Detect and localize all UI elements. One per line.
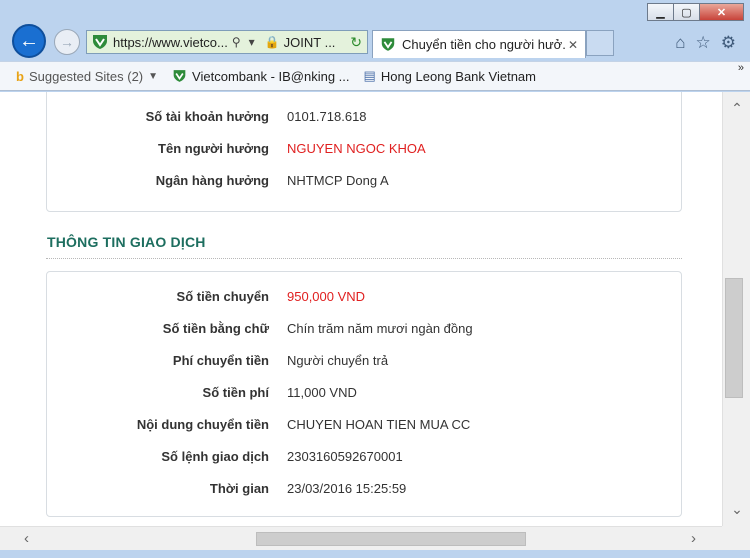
favorite-label: Suggested Sites (2)	[28, 68, 144, 84]
field-value: Người chuyển trả	[287, 353, 389, 368]
field-value: Chín trăm năm mươi ngàn đồng	[287, 321, 473, 336]
favorite-label: Hong Leong Bank Vietnam	[380, 68, 536, 84]
favorite-hong-leong[interactable]: ▤ Hong Leong Bank Vietnam	[364, 68, 536, 84]
field-label: Số tiền bằng chữ	[162, 321, 269, 336]
bing-icon: b	[16, 68, 24, 84]
maximize-button[interactable]: ▢	[673, 3, 700, 21]
scroll-up-icon[interactable]: ⌃	[723, 100, 750, 117]
favorites-star-icon[interactable]: ☆	[696, 33, 711, 53]
scroll-down-icon[interactable]: ⌄	[723, 501, 750, 518]
horizontal-scroll-thumb[interactable]	[256, 532, 526, 546]
forward-button[interactable]: →	[54, 29, 80, 55]
field-value: 2303160592670001	[287, 449, 403, 464]
favorites-bar: b Suggested Sites (2) ▼ Vietcombank - IB…	[0, 61, 750, 91]
back-button[interactable]: ←	[12, 24, 46, 58]
lock-icon[interactable]: 🔒	[265, 35, 280, 49]
info-row: Thời gian 23/03/2016 15:25:59	[47, 481, 681, 501]
window-bottom-edge	[0, 550, 750, 558]
info-row: Tên người hưởng NGUYEN NGOC KHOA	[47, 141, 681, 161]
scrollbar-corner	[722, 526, 750, 550]
transaction-card: Số tiền chuyển 950,000 VND Số tiền bằng …	[46, 271, 682, 517]
info-row: Số tài khoản hưởng 0101.718.618	[47, 109, 681, 129]
vertical-scroll-thumb[interactable]	[725, 278, 743, 398]
field-label: Ngân hàng hưởng	[155, 173, 269, 188]
favorite-vietcombank[interactable]: Vietcombank - IB@nking ...	[172, 68, 350, 84]
beneficiary-card: Số tài khoản hưởng 0101.718.618 Tên ngườ…	[46, 92, 682, 212]
tab-active[interactable]: Chuyển tiền cho người hưở... ✕	[372, 30, 586, 58]
field-value: 0101.718.618	[287, 109, 367, 124]
vietcombank-shield-icon	[93, 35, 107, 49]
info-row: Ngân hàng hưởng NHTMCP Dong A	[47, 173, 681, 193]
field-value: CHUYEN HOAN TIEN MUA CC	[287, 417, 471, 432]
home-icon[interactable]: ⌂	[675, 33, 685, 53]
horizontal-scrollbar[interactable]: ‹ ›	[0, 526, 722, 550]
page-viewport: Số tài khoản hưởng 0101.718.618 Tên ngườ…	[0, 92, 722, 526]
address-url: https://www.vietco...	[113, 34, 228, 50]
back-arrow-icon: ←	[19, 29, 39, 52]
minimize-button[interactable]: ▁	[647, 3, 674, 21]
address-bar[interactable]: https://www.vietco... ⚲ ▾ 🔒 JOINT ... ↻	[86, 30, 368, 54]
field-label: Số tiền phí	[202, 385, 269, 400]
info-row: Số tiền phí 11,000 VND	[47, 385, 681, 405]
vertical-scrollbar[interactable]: ⌃ ⌄	[722, 92, 750, 526]
field-value: 11,000 VND	[287, 385, 357, 400]
more-favorites-icon[interactable]: »	[738, 62, 744, 74]
info-row: Số tiền chuyển 950,000 VND	[47, 289, 681, 309]
toolbar-icons: ⌂ ☆ ⚙	[675, 33, 736, 53]
window-controls: ▁ ▢ ✕	[647, 3, 744, 21]
page-icon: ▤	[363, 68, 376, 83]
site-identity[interactable]: JOINT ...	[284, 35, 336, 50]
info-row: Nội dung chuyển tiền CHUYEN HOAN TIEN MU…	[47, 417, 681, 437]
tab-title: Chuyển tiền cho người hưở...	[402, 37, 565, 52]
dropdown-icon[interactable]: ▾	[249, 35, 255, 49]
field-value: NHTMCP Dong A	[287, 173, 389, 188]
refresh-icon[interactable]: ↻	[350, 34, 362, 51]
info-row: Số lệnh giao dịch 2303160592670001	[47, 449, 681, 469]
favorite-label: Vietcombank - IB@nking ...	[192, 68, 350, 84]
forward-arrow-icon: →	[60, 34, 74, 50]
close-window-button[interactable]: ✕	[699, 3, 744, 21]
browser-chrome: ▁ ▢ ✕ ← → https://www.vietco... ⚲ ▾ 🔒 JO…	[0, 0, 750, 92]
field-label: Số tiền chuyển	[176, 289, 269, 304]
scroll-right-icon[interactable]: ›	[691, 530, 696, 547]
info-row: Số tiền bằng chữ Chín trăm năm mươi ngàn…	[47, 321, 681, 341]
field-value: 950,000 VND	[287, 289, 366, 304]
divider	[46, 258, 682, 259]
scroll-left-icon[interactable]: ‹	[24, 530, 29, 547]
vietcombank-shield-icon	[381, 38, 395, 51]
vietcombank-shield-icon	[173, 70, 186, 82]
section-title: THÔNG TIN GIAO DỊCH	[47, 234, 206, 250]
field-label: Thời gian	[209, 481, 269, 496]
close-tab-icon[interactable]: ✕	[565, 38, 581, 52]
favorite-suggested-sites[interactable]: b Suggested Sites (2) ▼	[16, 69, 158, 84]
search-icon[interactable]: ⚲	[232, 35, 241, 49]
new-tab-button[interactable]	[586, 30, 614, 56]
field-label: Tên người hưởng	[158, 141, 269, 156]
field-label: Nội dung chuyển tiền	[136, 417, 269, 432]
chevron-down-icon: ▼	[148, 70, 159, 82]
field-label: Phí chuyển tiền	[172, 353, 269, 368]
field-value: NGUYEN NGOC KHOA	[287, 141, 426, 156]
info-row: Phí chuyển tiền Người chuyển trả	[47, 353, 681, 373]
field-value: 23/03/2016 15:25:59	[287, 481, 407, 496]
field-label: Số lệnh giao dịch	[161, 449, 269, 464]
gear-icon[interactable]: ⚙	[721, 33, 736, 53]
field-label: Số tài khoản hưởng	[145, 109, 269, 124]
